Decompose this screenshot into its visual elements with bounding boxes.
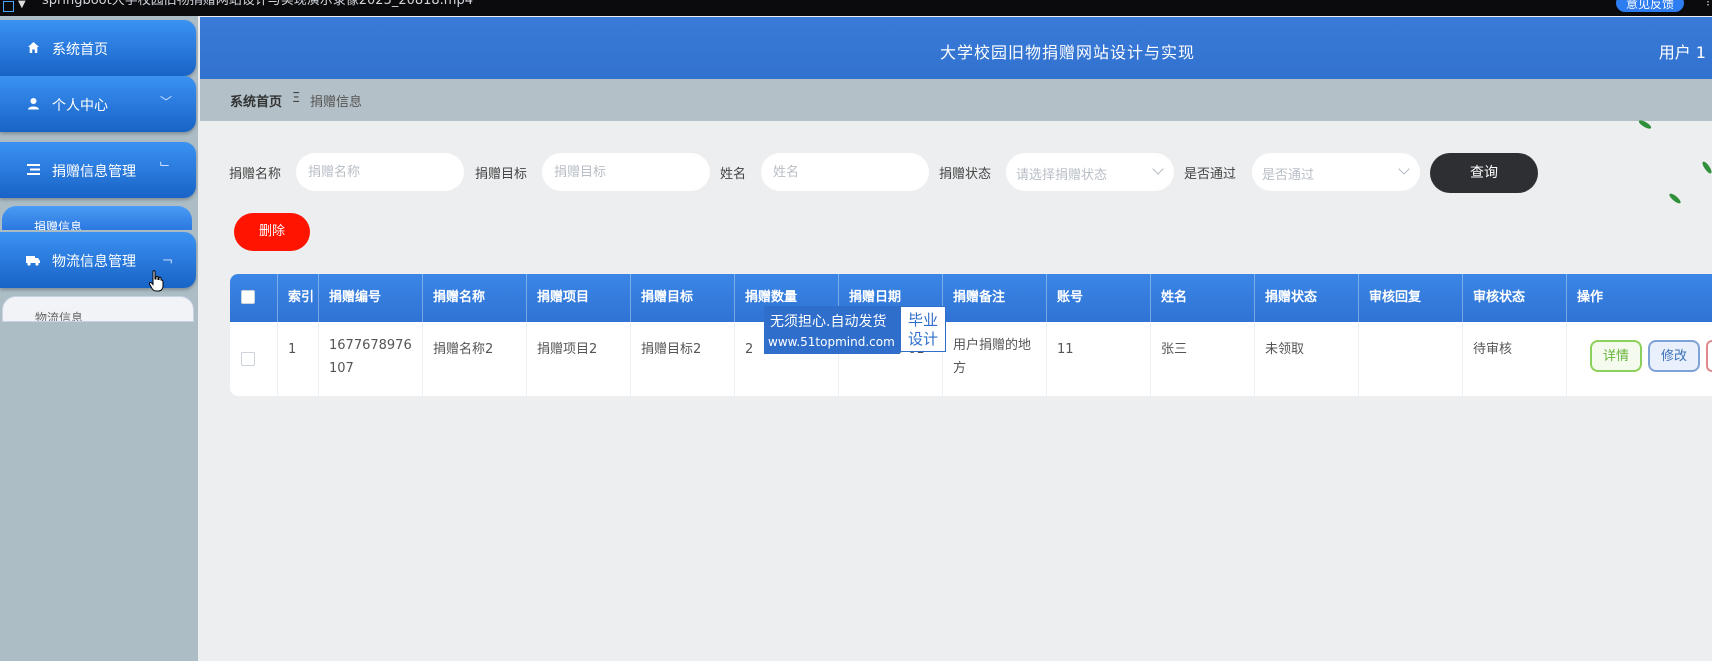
column-header[interactable]: 账号 xyxy=(1047,274,1151,322)
cell-reply xyxy=(1359,322,1463,396)
donation-target-input[interactable] xyxy=(542,153,710,191)
row-checkbox[interactable] xyxy=(241,352,255,366)
select-all-checkbox[interactable] xyxy=(241,290,255,304)
column-header[interactable]: 捐赠名称 xyxy=(423,274,527,322)
delete-button[interactable]: 删除 xyxy=(234,213,310,251)
person-name-input[interactable] xyxy=(761,153,929,191)
approved-select[interactable]: 是否通过 xyxy=(1252,153,1420,191)
cell-number: 1677678976107 xyxy=(319,322,423,396)
sidebar-item-label: 系统首页 xyxy=(52,42,108,58)
sidebar-item-label: 物流信息管理 xyxy=(52,254,136,270)
chevron-down-icon xyxy=(1152,163,1164,175)
site-title: 大学校园旧物捐赠网站设计与实现 xyxy=(940,43,1196,62)
sidebar-subitem-label: 物流信息 xyxy=(35,311,84,322)
table-header: 索引 捐赠编号 捐赠名称 捐赠项目 捐赠目标 捐赠数量 捐赠日期 捐赠备注 账号… xyxy=(230,274,1712,322)
column-header[interactable]: 捐赠状态 xyxy=(1255,274,1359,322)
select-all-cell xyxy=(230,274,278,322)
video-title: springboot大学校园旧物捐赠网站设计与实现演示录像2023_20818.… xyxy=(42,0,473,8)
sidebar-item-donation-management[interactable]: 捐赠信息管理 ﹂ xyxy=(0,142,196,198)
column-header[interactable]: 姓名 xyxy=(1151,274,1255,322)
breadcrumb-separator: Ξ xyxy=(292,91,301,106)
row-select-cell xyxy=(230,322,278,396)
column-header[interactable]: 审核状态 xyxy=(1463,274,1567,322)
feedback-button[interactable]: 意见反馈 xyxy=(1615,0,1684,12)
column-header[interactable]: 索引 xyxy=(278,274,319,322)
column-header[interactable]: 捐赠备注 xyxy=(943,274,1047,322)
watermark-text: 无须担心.自动发货 www.51topmind.com xyxy=(764,306,900,354)
user-menu[interactable]: 用户 1 xyxy=(1659,39,1706,63)
cell-remark: 用户捐赠的地方 xyxy=(943,322,1047,396)
detail-button[interactable]: 详情 xyxy=(1590,340,1642,372)
edit-button[interactable]: 修改 xyxy=(1648,340,1700,372)
donation-name-input[interactable] xyxy=(296,153,464,191)
chevron-up-icon: ﹁ xyxy=(159,251,172,265)
query-button[interactable]: 查询 xyxy=(1430,153,1538,193)
cell-account: 11 xyxy=(1047,322,1151,396)
select-placeholder: 请选择捐赠状态 xyxy=(1016,168,1108,183)
cell-index: 1 xyxy=(278,322,319,396)
breadcrumb-home[interactable]: 系统首页 xyxy=(230,91,282,110)
breadcrumb: 系统首页 Ξ 捐赠信息 xyxy=(200,79,1712,121)
column-header[interactable]: 捐赠项目 xyxy=(527,274,631,322)
sidebar-item-label: 个人中心 xyxy=(52,98,108,114)
sidebar-item-profile[interactable]: 个人中心 ﹀ xyxy=(0,76,196,132)
sidebar-subitem-label: 捐赠信息 xyxy=(34,220,83,230)
sidebar-item-home[interactable]: 系统首页 xyxy=(0,20,196,76)
cell-review: 待审核 xyxy=(1463,322,1567,396)
more-icon[interactable]: ⁝ xyxy=(1706,0,1710,9)
select-placeholder: 是否通过 xyxy=(1262,168,1315,183)
cell-project: 捐赠项目2 xyxy=(527,322,631,396)
column-header[interactable]: 捐赠编号 xyxy=(319,274,423,322)
filter-label-target: 捐赠目标 xyxy=(475,167,528,182)
cell-status: 未领取 xyxy=(1255,322,1359,396)
chevron-up-icon: ﹂ xyxy=(159,161,172,175)
cell-person: 张三 xyxy=(1151,322,1255,396)
home-icon xyxy=(26,41,40,55)
sidebar-subitem-donation-info[interactable]: 捐赠信息 xyxy=(2,206,192,230)
table-row: 1 1677678976107 捐赠名称2 捐赠项目2 捐赠目标2 2 2023… xyxy=(230,322,1712,396)
sidebar-item-label: 捐赠信息管理 xyxy=(52,164,136,180)
filter-label-status: 捐赠状态 xyxy=(939,167,992,182)
sidebar-subitem-logistics-info[interactable]: 物流信息 xyxy=(2,296,194,322)
breadcrumb-current: 捐赠信息 xyxy=(310,95,363,110)
list-icon xyxy=(26,163,40,177)
chevron-down-icon: ﹀ xyxy=(159,95,172,109)
chevron-down-icon[interactable]: ▼ xyxy=(18,0,26,12)
chevron-down-icon xyxy=(1398,163,1410,175)
hand-cursor-icon xyxy=(148,270,164,292)
player-title-bar: ▼ springboot大学校园旧物捐赠网站设计与实现演示录像2023_2081… xyxy=(0,0,1712,16)
filter-label-person: 姓名 xyxy=(720,167,747,182)
leaf-decoration xyxy=(1668,192,1682,205)
cell-name: 捐赠名称2 xyxy=(423,322,527,396)
user-icon xyxy=(26,97,40,111)
leaf-decoration xyxy=(1700,160,1712,175)
column-header[interactable]: 捐赠目标 xyxy=(631,274,735,322)
filter-label-approved: 是否通过 xyxy=(1184,167,1237,182)
cell-target: 捐赠目标2 xyxy=(631,322,735,396)
sidebar-item-logistics-management[interactable]: 物流信息管理 ﹁ xyxy=(0,232,196,288)
watermark-badge: 毕业 设计 xyxy=(900,306,946,352)
top-header: 大学校园旧物捐赠网站设计与实现 用户 1 xyxy=(200,17,1712,79)
truck-icon xyxy=(26,253,40,267)
filter-label-name: 捐赠名称 xyxy=(229,167,282,182)
window-icon xyxy=(3,1,14,12)
column-header[interactable]: 审核回复 xyxy=(1359,274,1463,322)
row-delete-button[interactable] xyxy=(1706,340,1712,372)
watermark: 无须担心.自动发货 www.51topmind.com 毕业 设计 xyxy=(764,306,948,354)
column-header: 操作 xyxy=(1577,290,1604,305)
donation-status-select[interactable]: 请选择捐赠状态 xyxy=(1006,153,1174,191)
